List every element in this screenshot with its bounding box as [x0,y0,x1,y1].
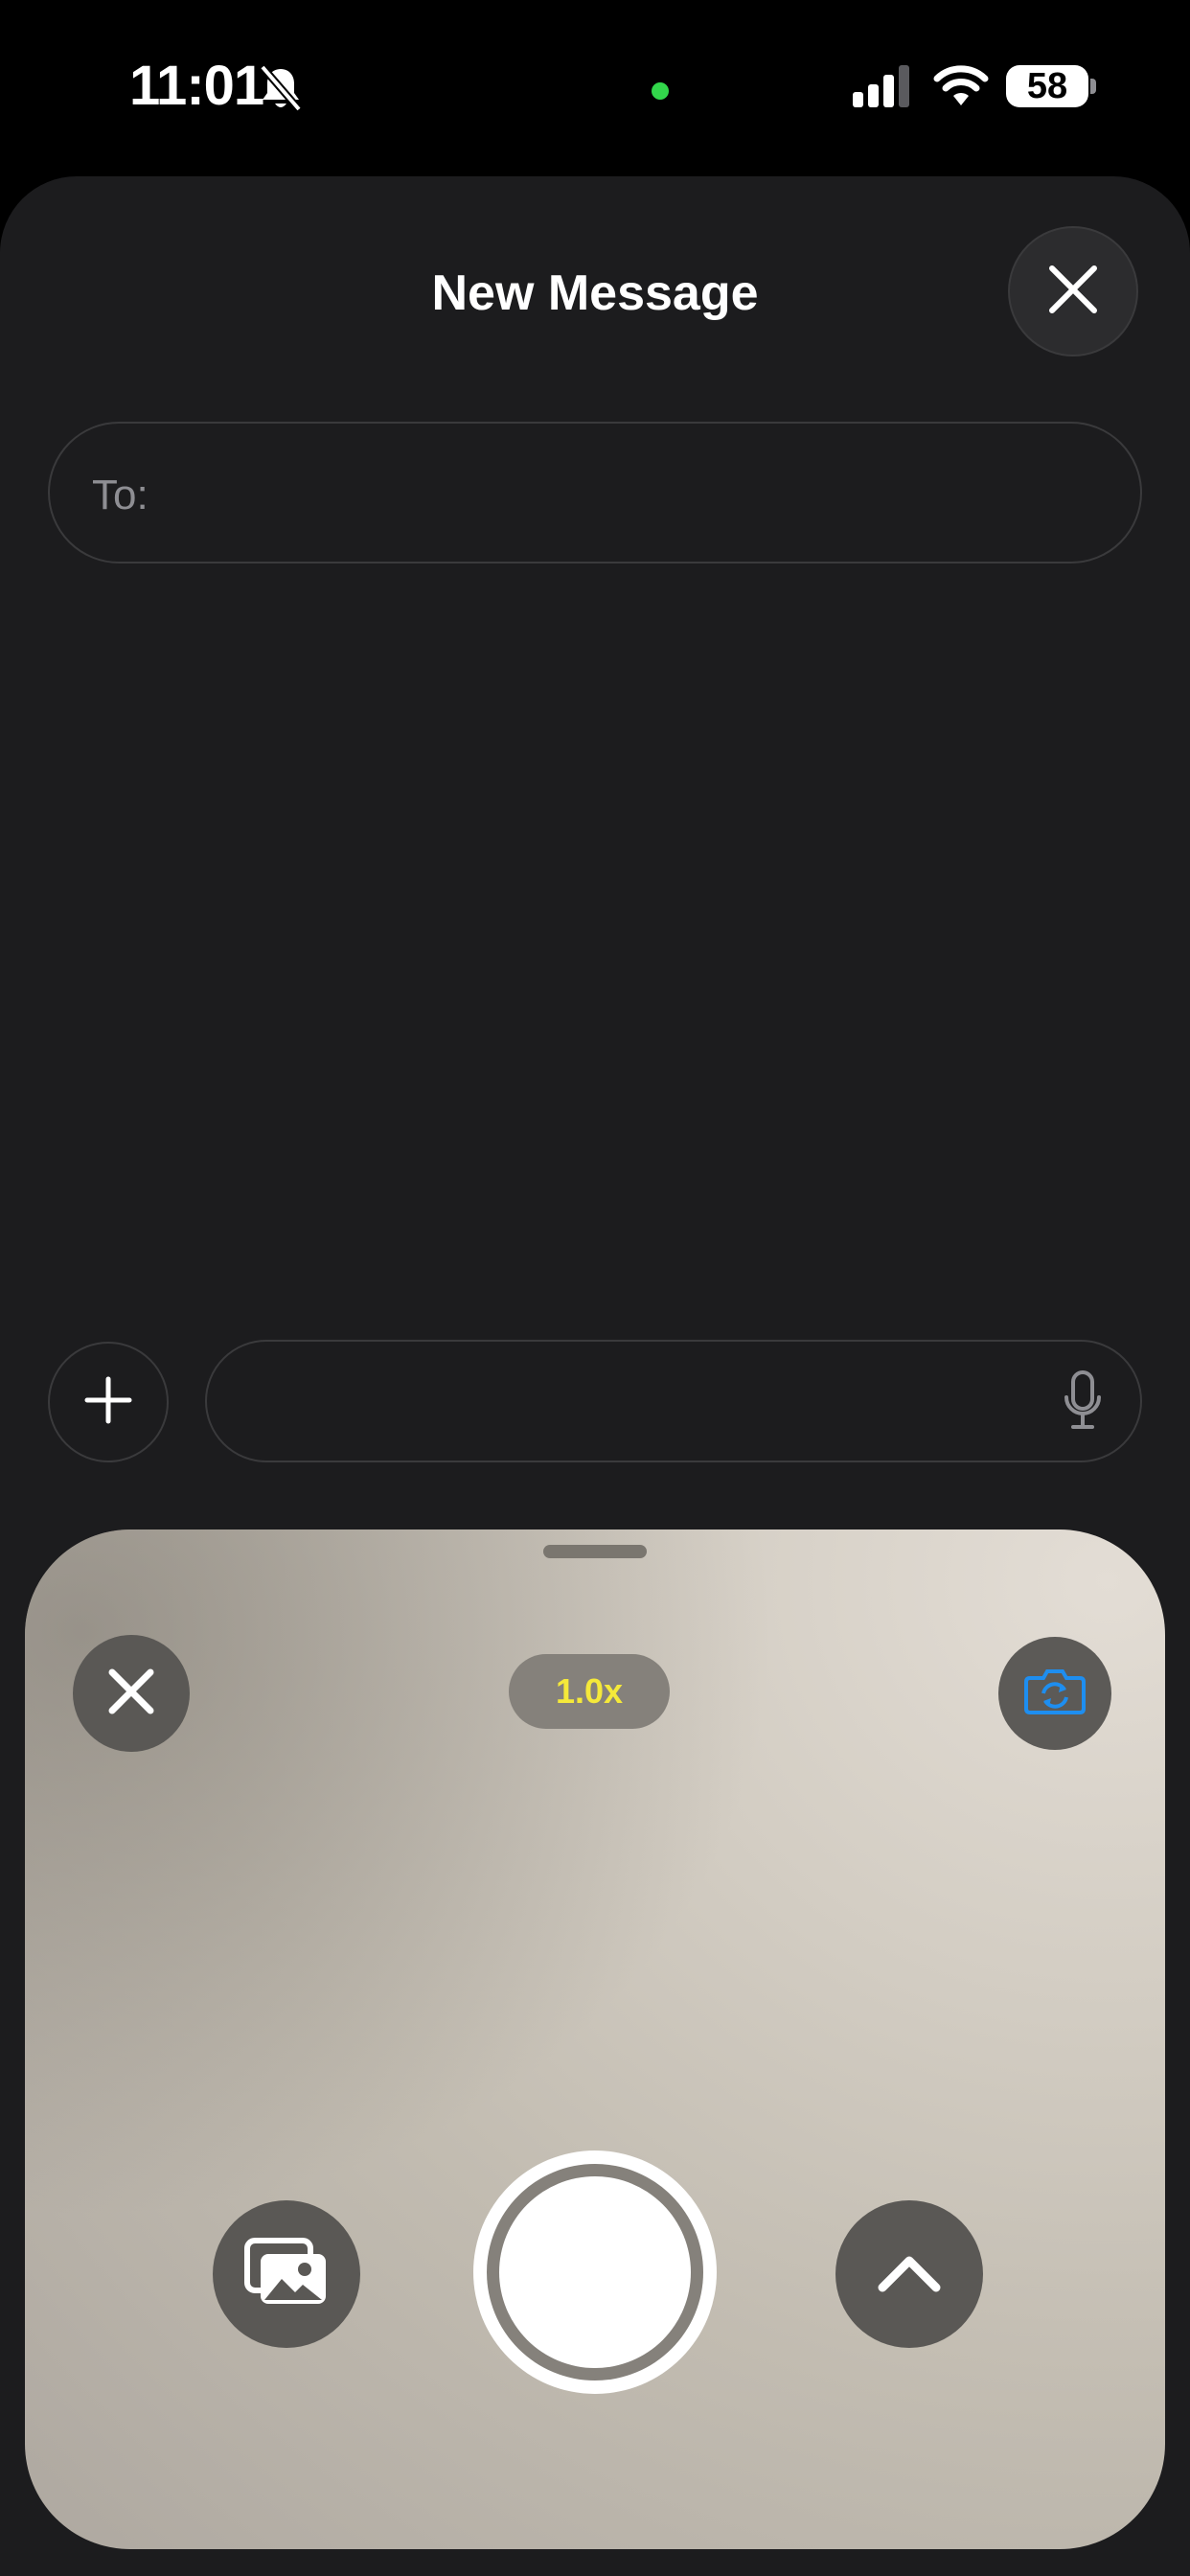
plus-icon [83,1375,133,1430]
to-label: To: [92,472,149,518]
status-bar: 11:01 58 [0,0,1190,172]
shutter-core [499,2176,691,2368]
expand-camera-button[interactable] [835,2200,983,2348]
chevron-up-icon [877,2251,942,2298]
camera-flip-icon [1024,1668,1086,1719]
cellular-signal-icon [853,65,914,112]
battery-icon: 58 [1006,65,1088,107]
wifi-icon [932,61,990,112]
microphone-icon[interactable] [1064,1370,1102,1437]
zoom-level-button[interactable]: 1.0x [509,1654,670,1729]
status-time: 11:01 [129,55,264,117]
camera-flip-button[interactable] [998,1637,1111,1750]
camera-panel: 1.0x [25,1530,1165,2549]
to-field[interactable]: To: [48,422,1142,564]
shutter-button[interactable] [473,2150,717,2394]
message-input[interactable] [205,1340,1142,1462]
add-attachment-button[interactable] [48,1342,169,1462]
photo-library-icon [243,2237,330,2312]
photo-library-button[interactable] [213,2200,360,2348]
sheet-grabber[interactable] [543,1545,647,1558]
battery-cap [1090,79,1096,94]
close-button[interactable] [1008,226,1138,356]
camera-close-button[interactable] [73,1635,190,1752]
close-icon [1046,263,1100,321]
bell-slash-icon [257,63,305,118]
close-icon [106,1667,156,1721]
camera-in-use-indicator [652,82,669,100]
shutter-ring [487,2164,703,2380]
